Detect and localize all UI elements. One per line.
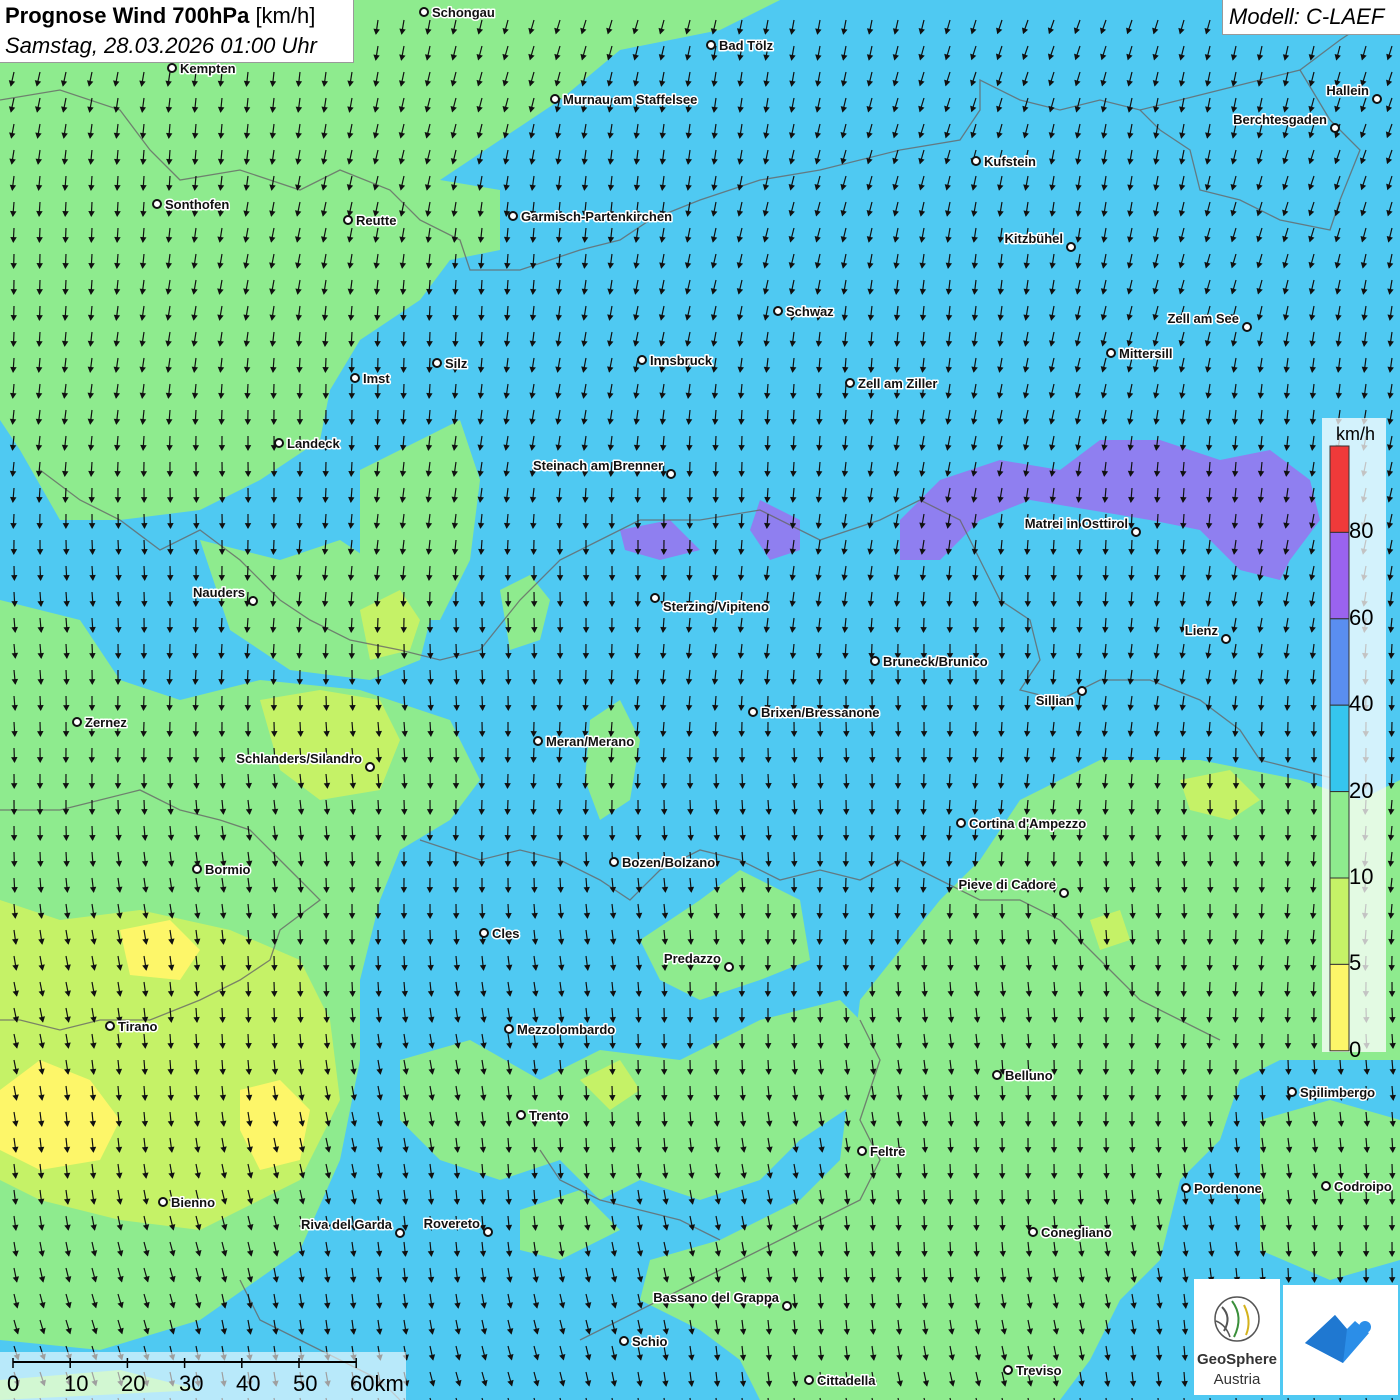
wind-map[interactable]: SchongauBad TölzKemptenMurnau am Staffel…	[0, 0, 1400, 1400]
